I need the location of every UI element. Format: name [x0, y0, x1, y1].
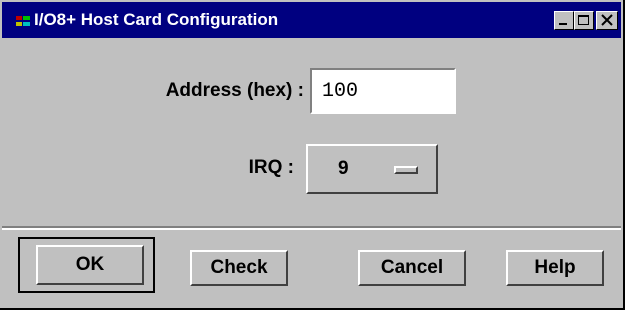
maximize-button[interactable] [574, 11, 594, 30]
irq-label: IRQ : [248, 157, 294, 178]
minimize-icon [559, 23, 567, 25]
address-label: Address (hex) : [165, 80, 304, 101]
option-menu-indicator-icon [394, 166, 418, 174]
close-icon [601, 14, 613, 26]
cancel-button[interactable]: Cancel [358, 250, 466, 286]
irq-selected-value: 9 [338, 158, 349, 179]
irq-option-menu[interactable]: 9 [306, 144, 438, 194]
app-icon[interactable] [16, 14, 30, 26]
dialog-window: I/O8+ Host Card Configuration Address (h… [0, 0, 625, 310]
help-button[interactable]: Help [506, 250, 604, 286]
maximize-icon [578, 15, 589, 25]
separator-highlight [2, 228, 621, 230]
title-bar[interactable]: I/O8+ Host Card Configuration [2, 2, 621, 38]
ok-button[interactable]: OK [36, 245, 144, 285]
minimize-button[interactable] [554, 11, 574, 30]
window-title: I/O8+ Host Card Configuration [34, 10, 279, 29]
address-input[interactable] [310, 68, 456, 114]
close-button[interactable] [596, 11, 618, 30]
check-button[interactable]: Check [190, 250, 288, 286]
